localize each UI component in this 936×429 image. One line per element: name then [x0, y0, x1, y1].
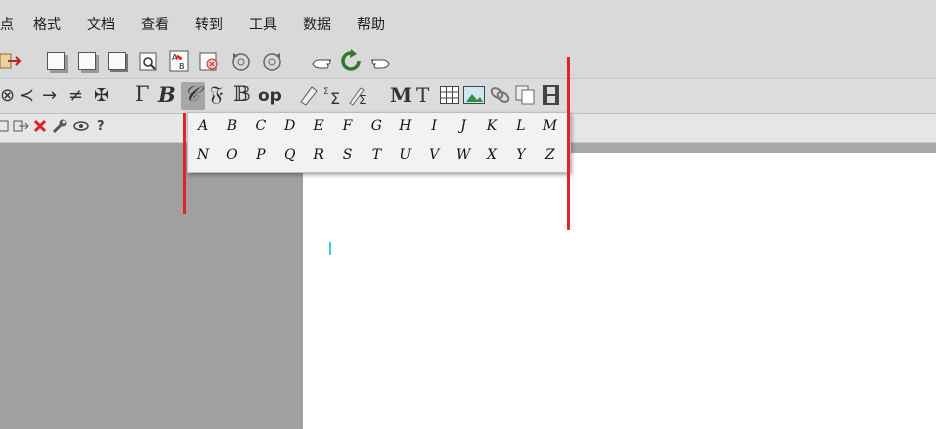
calligraphic-letter-j[interactable]: J: [452, 118, 474, 134]
menu-bar: 点 格式 文档 查看 转到 工具 数据 帮助: [0, 0, 936, 44]
image-icon[interactable]: [463, 86, 485, 104]
calligraphic-letter-c[interactable]: C: [250, 118, 272, 134]
calligraphic-letter-s[interactable]: S: [337, 147, 359, 163]
film-icon[interactable]: [542, 84, 560, 106]
calligraphic-letter-q[interactable]: Q: [279, 147, 301, 163]
calligraphic-letter-l[interactable]: L: [510, 118, 532, 134]
svg-text:B: B: [179, 62, 185, 71]
copy-icon[interactable]: [47, 52, 65, 70]
hand-forward-icon[interactable]: [369, 52, 393, 72]
left-panel: [0, 143, 303, 429]
calligraphic-letter-y[interactable]: Y: [510, 147, 532, 163]
calligraphic-letter-p[interactable]: P: [250, 147, 272, 163]
menu-item-data[interactable]: 数据: [303, 14, 331, 34]
calligraphic-letter-r[interactable]: R: [308, 147, 330, 163]
red-annotation-line-left: [183, 113, 186, 214]
calligraphic-letter-d[interactable]: D: [279, 118, 301, 134]
calligraphic-letter-h[interactable]: H: [394, 118, 416, 134]
svg-text:Σ: Σ: [323, 87, 329, 97]
menu-item-tools[interactable]: 工具: [249, 14, 277, 34]
calligraphic-letter-f[interactable]: F: [337, 118, 359, 134]
calligraphic-letter-w[interactable]: W: [452, 147, 474, 163]
otimes-button[interactable]: ⊗: [0, 85, 15, 106]
prec-button[interactable]: ≺: [19, 85, 34, 106]
exit-icon[interactable]: [0, 51, 22, 71]
calligraphic-letter-o[interactable]: O: [221, 147, 243, 163]
eye-icon[interactable]: [73, 120, 89, 132]
export-icon[interactable]: [13, 119, 29, 133]
main-toolbar: AB: [0, 44, 936, 79]
calligraphic-letter-x[interactable]: X: [481, 147, 503, 163]
paste-icon[interactable]: [78, 52, 96, 70]
table-icon[interactable]: [440, 86, 459, 104]
blackboard-button[interactable]: 𝔹: [233, 82, 251, 106]
redo-icon[interactable]: [261, 52, 283, 72]
calligraphic-letter-n[interactable]: N: [192, 147, 214, 163]
calligraphic-letter-m[interactable]: M: [539, 118, 561, 134]
hand-back-icon[interactable]: [309, 52, 333, 72]
menu-item-help[interactable]: 帮助: [357, 14, 385, 34]
calligraphic-letter-g[interactable]: G: [365, 118, 387, 134]
svg-text:Σ: Σ: [330, 89, 340, 106]
link-icon[interactable]: [489, 85, 511, 105]
undo-icon[interactable]: [230, 52, 252, 72]
menu-item-goto[interactable]: 转到: [195, 14, 223, 34]
calligraphic-letter-b[interactable]: B: [221, 118, 243, 134]
calligraphic-letter-i[interactable]: I: [423, 118, 445, 134]
calligraphic-button[interactable]: 𝒞: [184, 82, 199, 107]
text-cursor: [329, 242, 331, 255]
calligraphic-letter-v[interactable]: V: [423, 147, 445, 163]
calligraphic-letter-z[interactable]: Z: [539, 147, 561, 163]
fraktur-button[interactable]: 𝔉: [210, 82, 223, 107]
neq-button[interactable]: ≠: [68, 85, 83, 106]
sum-icon[interactable]: ΣΣ: [322, 84, 346, 106]
text-mode-button[interactable]: T: [416, 83, 429, 107]
operator-button[interactable]: op: [258, 86, 282, 106]
refresh-icon[interactable]: [339, 49, 363, 73]
find-clear-icon[interactable]: [199, 52, 221, 72]
calligraphic-letter-a[interactable]: A: [192, 118, 214, 134]
pen-icon[interactable]: [298, 84, 320, 106]
editor-area[interactable]: [303, 153, 936, 429]
sum-tool-icon[interactable]: Σ: [347, 84, 371, 106]
box-icon[interactable]: [0, 119, 10, 133]
cut-icon[interactable]: [108, 52, 126, 70]
greek-button[interactable]: Γ: [135, 82, 150, 106]
menu-item-edit[interactable]: 点: [0, 14, 14, 34]
wrench-icon[interactable]: [52, 118, 68, 134]
help-button[interactable]: ?: [97, 119, 105, 134]
menu-item-document[interactable]: 文档: [87, 14, 115, 34]
menu-item-view[interactable]: 查看: [141, 14, 169, 34]
delete-icon[interactable]: [33, 118, 47, 134]
svg-text:Σ: Σ: [359, 93, 367, 106]
documents-icon[interactable]: [515, 85, 537, 105]
calligraphic-letter-t[interactable]: T: [365, 147, 387, 163]
bold-math-button[interactable]: M: [390, 83, 412, 107]
bold-button[interactable]: B: [158, 82, 176, 107]
replace-icon[interactable]: AB: [169, 50, 189, 72]
calligraphic-letters-popup: ABCDEFGHIJKLM NOPQRSTUVWXYZ: [187, 112, 571, 173]
rightarrow-button[interactable]: →: [42, 85, 57, 106]
find-icon[interactable]: [139, 52, 159, 72]
red-annotation-line-right: [567, 57, 570, 230]
maltese-button[interactable]: ✠: [94, 85, 109, 106]
menu-item-format[interactable]: 格式: [33, 14, 61, 34]
calligraphic-letter-e[interactable]: E: [308, 118, 330, 134]
calligraphic-letter-u[interactable]: U: [394, 147, 416, 163]
calligraphic-letter-k[interactable]: K: [481, 118, 503, 134]
